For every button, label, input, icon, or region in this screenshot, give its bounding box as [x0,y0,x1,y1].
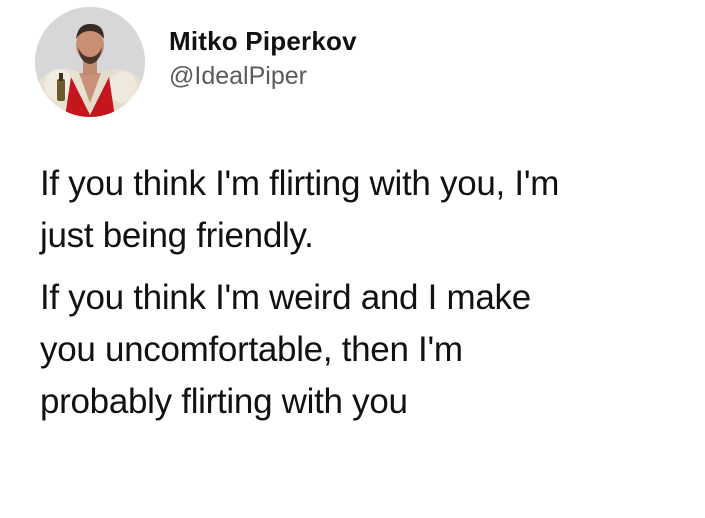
author-display-name[interactable]: Mitko Piperkov [169,26,357,56]
tweet-text: If you think I'm flirting with you, I'm … [40,158,690,428]
author-handle[interactable]: @IdealPiper [169,60,357,92]
tweet-paragraph-2: If you think I'm weird and I make you un… [40,278,531,421]
author-info: Mitko Piperkov @IdealPiper [169,26,357,92]
tweet-paragraph-1: If you think I'm flirting with you, I'm … [40,164,560,255]
tweet-card: Mitko Piperkov @IdealPiper If you think … [0,0,705,518]
tweet-header: Mitko Piperkov @IdealPiper [35,6,357,117]
avatar[interactable] [35,6,145,117]
profile-photo [35,6,145,117]
